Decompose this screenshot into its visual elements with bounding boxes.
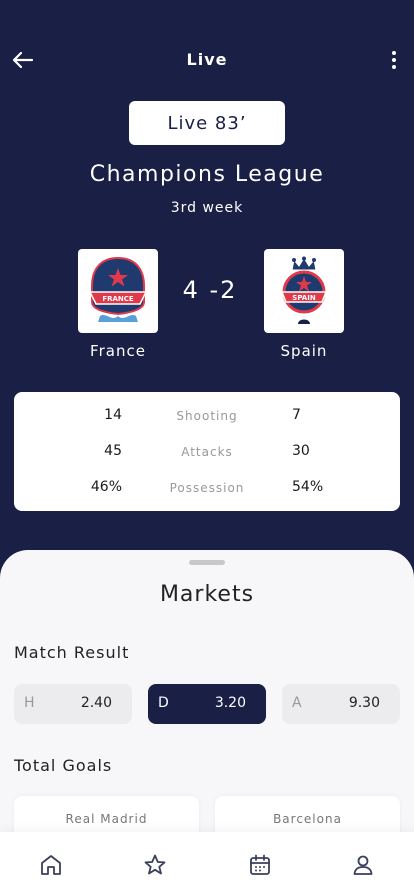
- odd-key: D: [158, 695, 169, 711]
- stat-label: Attacks: [181, 445, 233, 459]
- odd-value: 3.20: [214, 695, 246, 711]
- odd-key: H: [24, 695, 35, 711]
- bottom-navigation: [0, 832, 414, 896]
- markets-title: Markets: [159, 582, 255, 607]
- calendar-icon: [250, 854, 270, 875]
- live-status-badge: Live 83’: [129, 101, 285, 145]
- stat-row-shooting: 14 Shooting 7: [14, 407, 400, 427]
- total-goals-title: Total Goals: [14, 756, 113, 775]
- match-week: 3rd week: [170, 200, 244, 216]
- user-icon: [353, 855, 373, 875]
- nav-profile[interactable]: [350, 852, 376, 878]
- odd-key: A: [292, 695, 302, 711]
- nav-calendar[interactable]: [247, 852, 273, 878]
- nav-home[interactable]: [38, 852, 64, 878]
- odd-button-home[interactable]: H 2.40: [14, 684, 132, 724]
- away-badge-text: SPAIN: [292, 294, 316, 302]
- france-crest-icon: FRANCE: [88, 256, 148, 322]
- sheet-drag-handle[interactable]: [189, 560, 225, 565]
- odd-value: 9.30: [348, 695, 380, 711]
- stat-row-possession: 46% Possession 54%: [14, 479, 400, 499]
- spain-crest-icon: SPAIN: [280, 256, 328, 324]
- odd-value: 2.40: [80, 695, 112, 711]
- stat-away-value: 54%: [292, 479, 324, 495]
- more-vertical-icon: [392, 51, 396, 55]
- stat-label: Shooting: [176, 409, 238, 423]
- more-options-button[interactable]: [384, 48, 404, 72]
- nav-favorites[interactable]: [142, 852, 168, 878]
- away-team-logo[interactable]: SPAIN: [264, 249, 344, 333]
- match-stats-card: 14 Shooting 7 45 Attacks 30 46% Possessi…: [14, 392, 400, 511]
- home-badge-text: FRANCE: [102, 295, 134, 303]
- page-title: Live: [186, 50, 228, 69]
- league-name: Champions League: [89, 162, 325, 187]
- match-result-title: Match Result: [14, 643, 130, 662]
- home-icon: [41, 855, 61, 875]
- stat-away-value: 30: [292, 443, 310, 459]
- away-team-name: Spain: [280, 342, 328, 360]
- stat-label: Possession: [169, 481, 245, 495]
- home-team-logo[interactable]: FRANCE: [78, 249, 158, 333]
- odd-button-away[interactable]: A 9.30: [282, 684, 400, 724]
- home-team-name: France: [90, 342, 146, 360]
- odd-button-draw[interactable]: D 3.20: [148, 684, 266, 724]
- match-header-panel: Live Live 83’ Champions League 3rd week …: [0, 0, 414, 560]
- stat-row-attacks: 45 Attacks 30: [14, 443, 400, 463]
- stat-away-value: 7: [292, 407, 301, 423]
- match-score: 4 -2: [182, 276, 238, 304]
- star-icon: [144, 854, 166, 875]
- app-header: Live: [0, 40, 414, 80]
